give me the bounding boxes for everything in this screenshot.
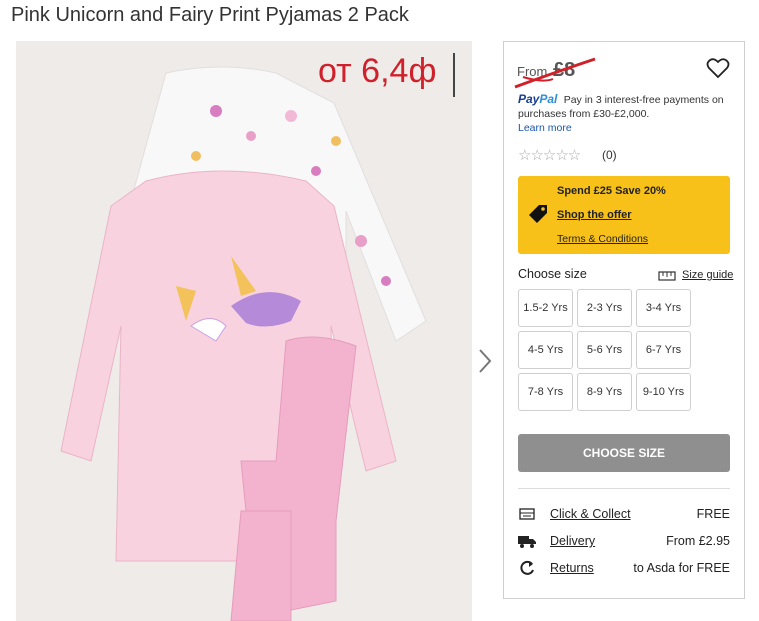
delivery-link[interactable]: Delivery [550, 534, 595, 548]
size-option[interactable]: 3-4 Yrs [636, 289, 691, 327]
size-option[interactable]: 9-10 Yrs [636, 373, 691, 411]
shop-offer-link[interactable]: Shop the offer [557, 209, 632, 221]
click-collect-link[interactable]: Click & Collect [550, 507, 631, 521]
click-collect-value: FREE [696, 507, 730, 521]
paypal-info: PayPal Pay in 3 interest-free payments o… [518, 92, 738, 135]
pyjamas-image [16, 41, 472, 621]
paypal-logo: PayPal [518, 92, 558, 106]
delivery-value: From £2.95 [666, 534, 730, 548]
price-tag-icon [529, 205, 547, 223]
size-option[interactable]: 6-7 Yrs [636, 331, 691, 369]
terms-link[interactable]: Terms & Conditions [557, 233, 648, 245]
size-option[interactable]: 7-8 Yrs [518, 373, 573, 411]
size-option[interactable]: 5-6 Yrs [577, 331, 632, 369]
delivery-row: Delivery From £2.95 [518, 532, 730, 552]
returns-link[interactable]: Returns [550, 561, 594, 575]
price-annotation: от 6,4ф [318, 52, 437, 90]
divider [518, 488, 730, 489]
click-collect-row: Click & Collect FREE [518, 505, 730, 525]
rating-count: (0) [602, 148, 617, 162]
rating-stars[interactable]: ☆☆☆☆☆ [518, 146, 581, 164]
offer-banner: Spend £25 Save 20% Shop the offer Terms … [518, 176, 730, 254]
offer-headline: Spend £25 Save 20% [557, 185, 666, 197]
text-cursor [453, 53, 455, 97]
heart-icon[interactable] [706, 57, 730, 79]
chevron-right-icon[interactable] [476, 346, 494, 376]
product-image[interactable] [16, 41, 472, 621]
size-option[interactable]: 4-5 Yrs [518, 331, 573, 369]
size-option[interactable]: 1.5-2 Yrs [518, 289, 573, 327]
choose-size-label: Choose size [518, 267, 587, 281]
strike-mark-icon [514, 57, 596, 89]
size-guide-link[interactable]: Size guide [656, 269, 733, 281]
return-icon [520, 560, 534, 575]
product-title: Pink Unicorn and Fairy Print Pyjamas 2 P… [11, 4, 409, 26]
store-icon [519, 508, 535, 520]
learn-more-link[interactable]: Learn more [518, 121, 738, 135]
size-option[interactable]: 8-9 Yrs [577, 373, 632, 411]
size-option[interactable]: 2-3 Yrs [577, 289, 632, 327]
truck-icon [518, 536, 536, 548]
purchase-panel: From £8 PayPal Pay in 3 interest-free pa… [503, 41, 745, 599]
returns-row: Returns to Asda for FREE [518, 559, 730, 579]
choose-size-button[interactable]: CHOOSE SIZE [518, 434, 730, 472]
size-grid: 1.5-2 Yrs 2-3 Yrs 3-4 Yrs 4-5 Yrs 5-6 Yr… [518, 289, 693, 411]
returns-value: to Asda for FREE [633, 561, 730, 575]
